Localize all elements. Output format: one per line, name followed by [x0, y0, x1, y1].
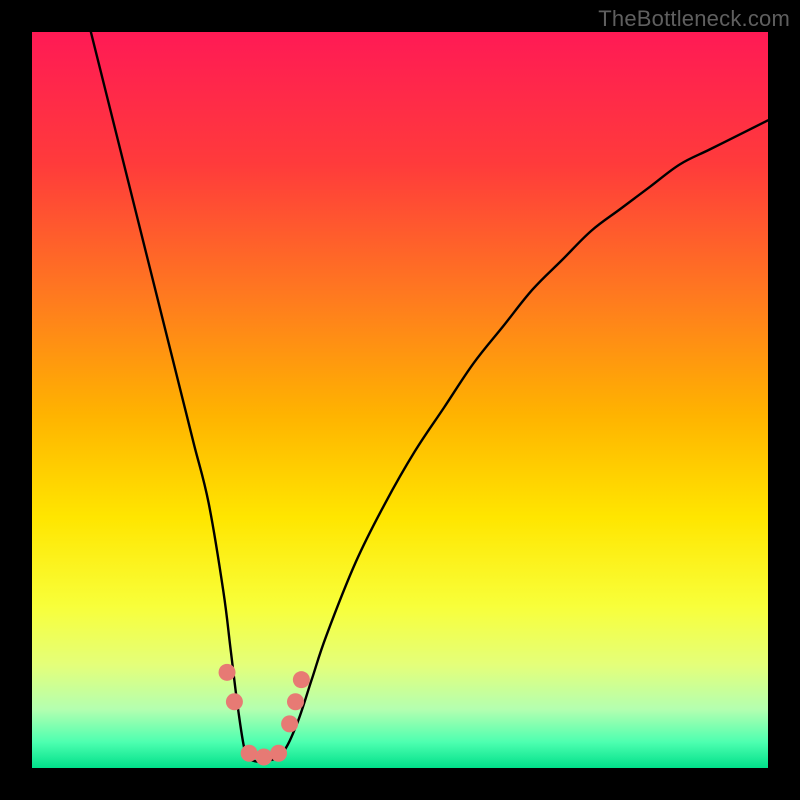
marker-dot: [293, 671, 310, 688]
watermark-text: TheBottleneck.com: [598, 6, 790, 32]
marker-dot: [281, 715, 298, 732]
marker-dot: [270, 745, 287, 762]
marker-dot: [219, 664, 236, 681]
outer-frame: TheBottleneck.com: [0, 0, 800, 800]
marker-dot: [226, 693, 243, 710]
marker-dot: [287, 693, 304, 710]
marker-dot: [241, 745, 258, 762]
chart-canvas: [32, 32, 768, 768]
gradient-background: [32, 32, 768, 768]
marker-dot: [255, 748, 272, 765]
